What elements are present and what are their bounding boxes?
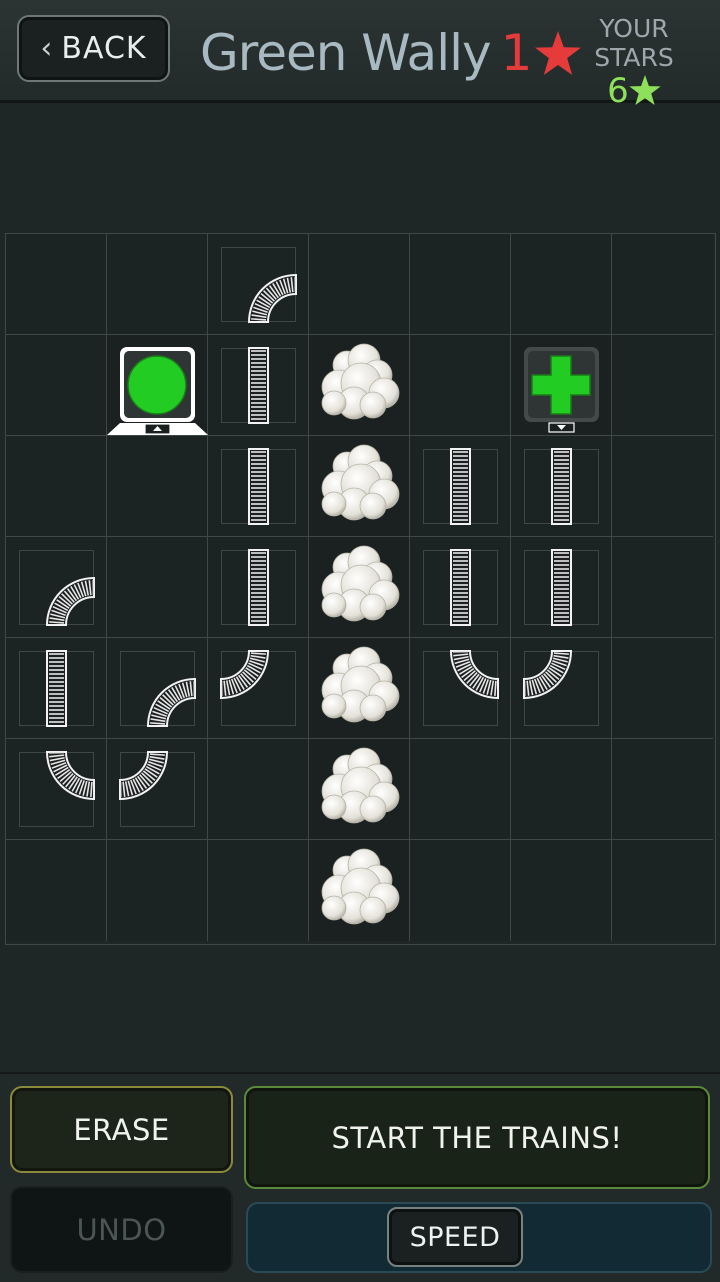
board-cell[interactable]	[6, 840, 107, 941]
board-cell[interactable]	[107, 436, 208, 537]
top-bar: ‹ BACK Green Wally 1 YOUR STARS 6	[0, 0, 720, 103]
start-trains-button[interactable]: START THE TRAINS!	[244, 1086, 710, 1189]
board-cell-rock[interactable]	[309, 638, 410, 739]
board-cell[interactable]	[410, 234, 511, 335]
board-cell-track[interactable]	[208, 638, 309, 739]
board-cell-track[interactable]	[6, 638, 107, 739]
board-cell-track[interactable]	[208, 234, 309, 335]
curved-track-icon	[410, 638, 511, 739]
control-panel: ERASE START THE TRAINS! UNDO SPEED	[0, 1072, 720, 1282]
your-stars-count: 6	[607, 71, 629, 111]
board-cell[interactable]	[410, 840, 511, 941]
board-cell[interactable]	[612, 436, 713, 537]
board-cell-track[interactable]	[208, 436, 309, 537]
board-cell[interactable]	[6, 335, 107, 436]
board-cell-track[interactable]	[410, 436, 511, 537]
curved-track-icon	[6, 739, 107, 840]
straight-track-icon	[511, 436, 612, 537]
start-label: START THE TRAINS!	[331, 1121, 622, 1155]
goal-station-icon	[511, 335, 612, 436]
speed-button[interactable]: SPEED	[387, 1207, 523, 1267]
board-cell-track[interactable]	[511, 638, 612, 739]
rock-icon	[309, 436, 410, 537]
board-cell[interactable]	[309, 234, 410, 335]
your-stars: YOUR STARS 6	[564, 14, 704, 110]
speed-slider[interactable]: SPEED	[246, 1202, 712, 1273]
puzzle-board[interactable]	[5, 233, 716, 945]
board-cell[interactable]	[612, 234, 713, 335]
board-cell[interactable]	[612, 638, 713, 739]
rock-icon	[309, 739, 410, 840]
curved-track-icon	[6, 537, 107, 638]
rock-icon	[309, 840, 410, 941]
board-cell-track[interactable]	[107, 739, 208, 840]
erase-label: ERASE	[73, 1113, 169, 1147]
board-cell[interactable]	[612, 840, 713, 941]
board-cell-start-station[interactable]	[107, 335, 208, 436]
star-icon	[629, 75, 661, 105]
board-cell-rock[interactable]	[309, 739, 410, 840]
board-cell[interactable]	[511, 739, 612, 840]
board-cell-track[interactable]	[208, 335, 309, 436]
straight-track-icon	[208, 335, 309, 436]
board-cell-goal-station[interactable]	[511, 335, 612, 436]
back-button[interactable]: ‹ BACK	[17, 15, 170, 82]
board-cell[interactable]	[208, 840, 309, 941]
board-cell[interactable]	[208, 739, 309, 840]
board-cell[interactable]	[612, 537, 713, 638]
level-name: Green Wally	[200, 24, 491, 82]
straight-track-icon	[410, 436, 511, 537]
board-cell-track[interactable]	[410, 537, 511, 638]
board-cell-rock[interactable]	[309, 335, 410, 436]
your-stars-label: YOUR STARS	[564, 14, 704, 72]
speed-label: SPEED	[410, 1222, 501, 1253]
board-cell-rock[interactable]	[309, 840, 410, 941]
board-cell-track[interactable]	[208, 537, 309, 638]
board-cell[interactable]	[107, 234, 208, 335]
board-cell[interactable]	[6, 436, 107, 537]
rock-icon	[309, 537, 410, 638]
curved-track-icon	[511, 638, 612, 739]
board-cell[interactable]	[511, 840, 612, 941]
board-cell-track[interactable]	[511, 436, 612, 537]
curved-track-icon	[208, 638, 309, 739]
curved-track-icon	[107, 638, 208, 739]
rock-icon	[309, 638, 410, 739]
board-cell-rock[interactable]	[309, 537, 410, 638]
level-title: Green Wally 1	[200, 18, 581, 88]
level-star-count: 1	[501, 24, 532, 82]
straight-track-icon	[208, 537, 309, 638]
straight-track-icon	[208, 436, 309, 537]
your-stars-value-row: 6	[564, 72, 704, 110]
board-cell[interactable]	[107, 840, 208, 941]
board-cell[interactable]	[410, 739, 511, 840]
board-cell-track[interactable]	[6, 739, 107, 840]
chevron-left-icon: ‹	[40, 31, 53, 66]
board-cell[interactable]	[6, 234, 107, 335]
board-cell[interactable]	[612, 739, 713, 840]
board-cell-track[interactable]	[410, 638, 511, 739]
curved-track-icon	[107, 739, 208, 840]
start-station-icon	[107, 335, 208, 436]
board-cell-track[interactable]	[107, 638, 208, 739]
undo-label: UNDO	[76, 1213, 166, 1247]
board-cell[interactable]	[107, 537, 208, 638]
straight-track-icon	[410, 537, 511, 638]
back-label: BACK	[61, 31, 146, 66]
rock-icon	[309, 335, 410, 436]
curved-track-icon	[208, 234, 309, 335]
board-cell-rock[interactable]	[309, 436, 410, 537]
board-cell[interactable]	[612, 335, 713, 436]
straight-track-icon	[6, 638, 107, 739]
undo-button[interactable]: UNDO	[10, 1186, 233, 1273]
board-cell[interactable]	[511, 234, 612, 335]
straight-track-icon	[511, 537, 612, 638]
board-cell-track[interactable]	[511, 537, 612, 638]
erase-button[interactable]: ERASE	[10, 1086, 233, 1173]
board-cell-track[interactable]	[6, 537, 107, 638]
board-cell[interactable]	[410, 335, 511, 436]
